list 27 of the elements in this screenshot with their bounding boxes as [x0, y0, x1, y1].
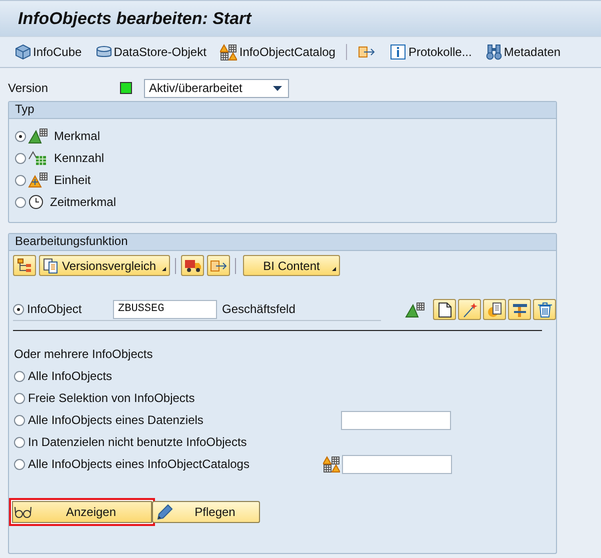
option-label: Einheit: [54, 173, 91, 187]
action-button[interactable]: Anzeigen: [9, 498, 155, 526]
version-label: Version: [8, 81, 50, 95]
action-button[interactable]: Pflegen: [152, 501, 260, 523]
panel-header: Typ: [9, 102, 556, 119]
version-dropdown[interactable]: Aktiv/überarbeitet: [144, 78, 289, 98]
option-label: Alle InfoObjects eines Datenziels: [28, 413, 204, 427]
toolbar-button[interactable]: Metadaten: [480, 44, 566, 60]
menu-button[interactable]: BI Content: [243, 255, 340, 276]
menu-button[interactable]: Versionsvergleich: [39, 255, 170, 276]
toolbar-button[interactable]: DataStore-Objekt: [90, 44, 212, 60]
infoobject-field[interactable]: ZBUSSEG: [113, 300, 217, 318]
option-label: Kennzahl: [54, 151, 104, 165]
option-label: Merkmal: [54, 129, 100, 143]
infoobject-description: Geschäftsfeld: [222, 302, 296, 316]
toolbar-button[interactable]: InfoObjectCatalog: [215, 44, 340, 60]
window-title: InfoObjects bearbeiten: Start: [18, 8, 252, 28]
option-label: Alle InfoObjects eines InfoObjectCatalogs: [28, 457, 250, 471]
toolbar-button[interactable]: InfoCube: [10, 44, 87, 60]
option-label: Zeitmerkmal: [50, 195, 116, 209]
toolbar-button[interactable]: Protokolle...: [385, 44, 477, 60]
option-label: In Datenzielen nicht benutzte InfoObjects: [28, 435, 247, 449]
panel-header: Bearbeitungsfunktion: [9, 234, 556, 251]
option-label: Alle InfoObjects: [28, 369, 112, 383]
option-label: Freie Selektion von InfoObjects: [28, 391, 195, 405]
section-label: Oder mehrere InfoObjects: [14, 347, 154, 361]
infoobject-label: InfoObject: [27, 302, 83, 316]
